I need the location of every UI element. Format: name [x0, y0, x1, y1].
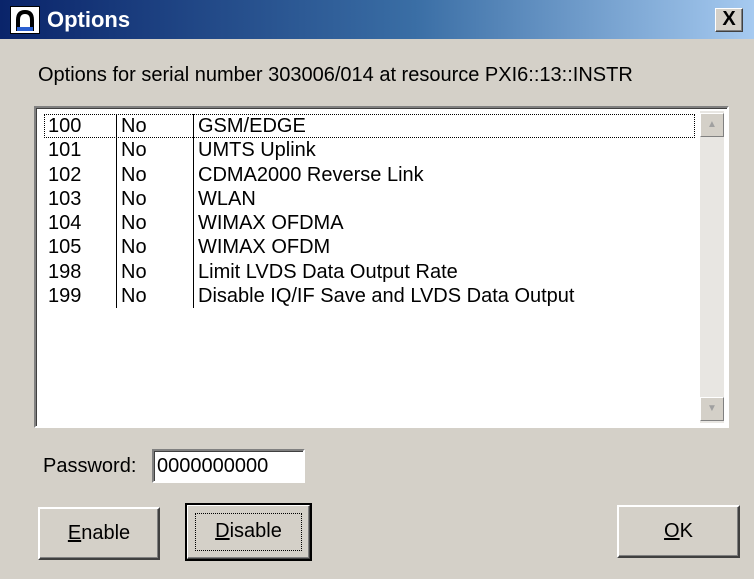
password-field[interactable]	[152, 449, 305, 483]
option-name: WIMAX OFDMA	[193, 211, 344, 236]
option-enabled: No	[116, 138, 147, 163]
option-enabled: No	[116, 114, 147, 139]
options-rows: 100 No GSM/EDGE 101 No UMTS Uplink 102 N…	[44, 114, 695, 309]
list-item[interactable]: 100 No GSM/EDGE	[44, 114, 695, 139]
list-item[interactable]: 101 No UMTS Uplink	[44, 138, 695, 163]
option-name: WLAN	[193, 186, 256, 212]
ok-button-label: OK	[664, 520, 693, 542]
ok-label-rest: K	[679, 520, 693, 542]
enable-label-rest: nable	[81, 522, 131, 544]
option-name: GSM/EDGE	[193, 114, 306, 139]
option-enabled: No	[116, 284, 147, 309]
scroll-down-arrow-icon: ▼	[707, 403, 717, 414]
option-number: 102	[48, 163, 82, 186]
enable-button-label: Enable	[68, 522, 130, 544]
list-item[interactable]: 103 No WLAN	[44, 186, 695, 212]
option-name: WIMAX OFDM	[193, 235, 330, 260]
disable-button-label: Disable	[215, 520, 282, 542]
disable-button[interactable]: Disable	[185, 503, 312, 561]
option-name: UMTS Uplink	[193, 138, 316, 163]
list-item[interactable]: 104 No WIMAX OFDMA	[44, 211, 695, 236]
option-enabled: No	[116, 186, 147, 212]
option-number: 100	[48, 115, 82, 137]
list-item[interactable]: 198 No Limit LVDS Data Output Rate	[44, 259, 695, 285]
disable-mnemonic: D	[215, 520, 230, 542]
scroll-up-arrow-icon: ▲	[707, 119, 717, 130]
enable-mnemonic: E	[67, 522, 82, 544]
option-name: CDMA2000 Reverse Link	[193, 162, 424, 187]
option-number: 199	[48, 285, 82, 308]
options-list[interactable]: 100 No GSM/EDGE 101 No UMTS Uplink 102 N…	[34, 106, 729, 428]
option-number: 101	[48, 139, 82, 162]
vertical-scrollbar[interactable]: ▲ ▼	[700, 111, 724, 423]
option-enabled: No	[116, 211, 147, 236]
enable-button[interactable]: Enable	[38, 507, 160, 560]
window-title: Options	[47, 7, 131, 32]
ok-button[interactable]: OK	[617, 505, 740, 558]
option-number: 104	[48, 212, 82, 235]
option-number: 105	[48, 236, 82, 259]
option-name: Limit LVDS Data Output Rate	[193, 259, 458, 285]
option-number: 103	[48, 187, 82, 210]
close-button[interactable]: X	[715, 8, 743, 32]
option-enabled: No	[116, 235, 147, 260]
list-item[interactable]: 105 No WIMAX OFDM	[44, 235, 695, 260]
option-name: Disable IQ/IF Save and LVDS Data Output	[193, 284, 574, 309]
option-enabled: No	[116, 162, 147, 187]
option-number: 198	[48, 260, 82, 283]
list-item[interactable]: 102 No CDMA2000 Reverse Link	[44, 162, 695, 187]
options-caption: Options for serial number 303006/014 at …	[38, 64, 633, 86]
disable-label-rest: isable	[229, 520, 282, 542]
list-item[interactable]: 199 No Disable IQ/IF Save and LVDS Data …	[44, 284, 695, 309]
arch-icon[interactable]	[10, 6, 40, 34]
title-bar[interactable]: Options X	[0, 0, 754, 39]
close-icon: X	[722, 8, 736, 30]
scroll-down-button[interactable]: ▼	[700, 397, 724, 421]
option-enabled: No	[116, 259, 147, 285]
scroll-up-button[interactable]: ▲	[700, 113, 724, 137]
ok-mnemonic: O	[664, 520, 680, 542]
password-label: Password:	[43, 455, 137, 477]
